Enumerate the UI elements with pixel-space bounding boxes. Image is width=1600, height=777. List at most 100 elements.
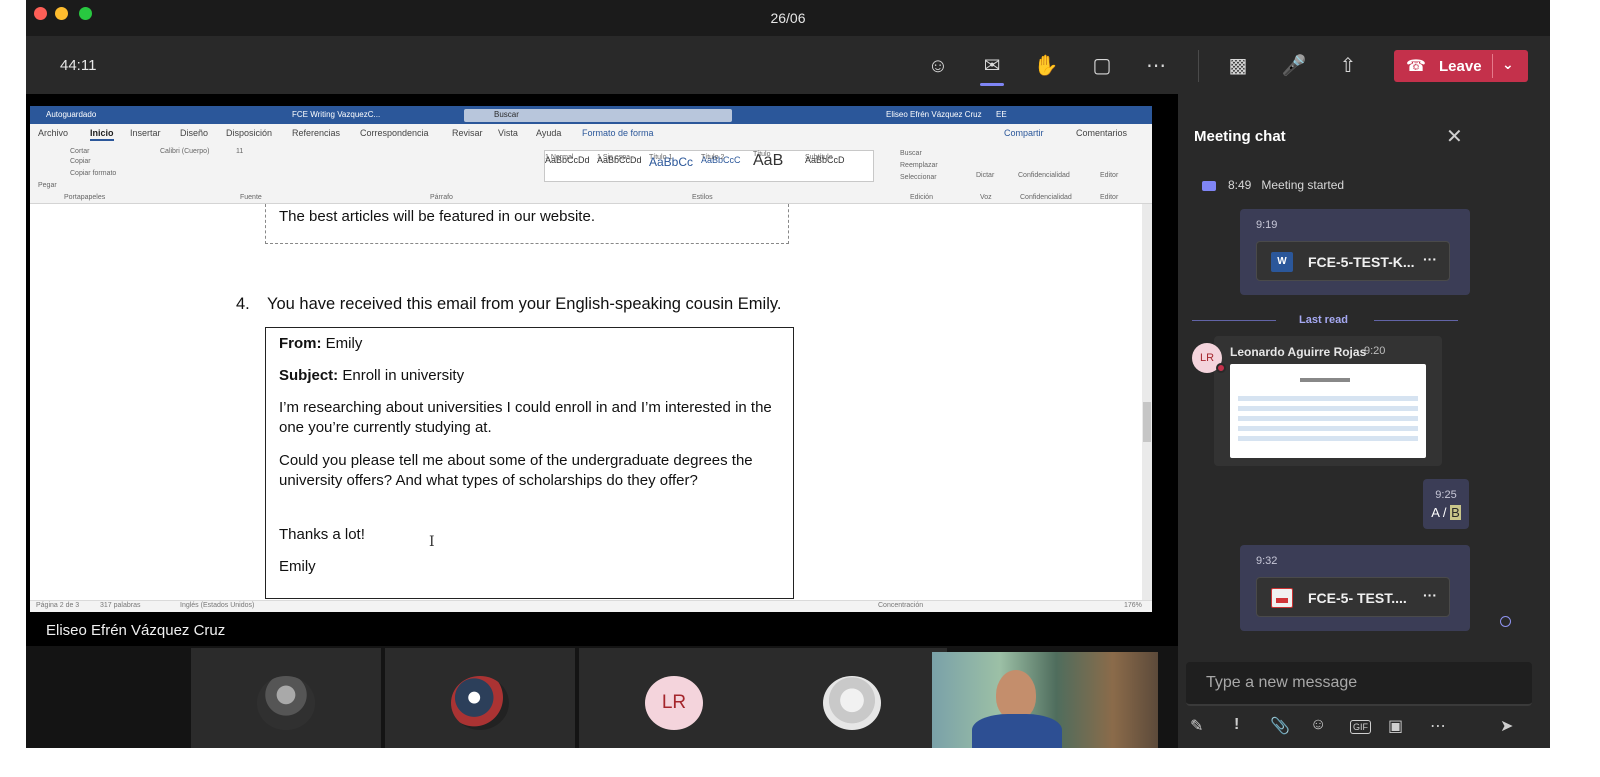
word-document: The best articles will be featured in ou… — [30, 204, 1142, 600]
subject-value: Enroll in university — [342, 367, 465, 384]
style-cell: AaBbCcDd 1 Sin espa... — [597, 151, 649, 181]
from-label: From: — [279, 335, 322, 352]
menu-item: Revisar — [452, 128, 483, 138]
gif-icon[interactable]: GIF — [1350, 720, 1371, 734]
event-text: Meeting started — [1261, 178, 1345, 192]
ribbon-cut: Cortar — [70, 148, 90, 155]
window-title: 26/06 — [770, 10, 806, 26]
ribbon-paste: Pegar — [38, 182, 57, 189]
window-titlebar: 26/06 — [26, 0, 1550, 36]
more-icon[interactable]: ⋯ — [1430, 716, 1446, 736]
word-user-initials: EE — [996, 110, 1007, 119]
last-read-label: Last read — [1299, 314, 1348, 326]
camera-off-icon[interactable]: ▩ — [1224, 52, 1252, 80]
important-icon[interactable]: ! — [1234, 716, 1239, 734]
attach-icon[interactable]: 📎 — [1270, 716, 1290, 736]
comments-label: Comentarios — [1076, 128, 1128, 138]
participant-tile[interactable] — [191, 648, 381, 748]
leave-button[interactable]: ☎ Leave ⌄ — [1394, 50, 1528, 82]
compose-toolbar: ✎ ! 📎 ☺ GIF ▣ ⋯ ➤ — [1178, 708, 1550, 742]
autosave-label: Autoguardado — [46, 110, 97, 119]
ribbon-sensitivity: Confidencialidad — [1018, 172, 1070, 179]
avatar — [451, 676, 509, 730]
status-badge — [1216, 363, 1226, 373]
ribbon-editor: Editor — [1100, 172, 1119, 179]
participant-tile[interactable] — [757, 648, 947, 748]
status-zoom: 176% — [1124, 602, 1142, 609]
menu-item: Vista — [498, 128, 518, 138]
seen-icon — [1500, 616, 1511, 627]
emoji-icon[interactable]: ☺ — [1310, 716, 1326, 734]
status-words: 317 palabras — [100, 602, 141, 609]
text-cursor-icon: I — [429, 534, 435, 550]
style-cell: AaBbCcC Título 2 — [701, 151, 753, 181]
meeting-timer: 44:11 — [60, 57, 97, 74]
style-name: Subtítulo — [805, 154, 833, 161]
presenter-name: Eliseo Efrén Vázquez Cruz — [46, 622, 226, 639]
style-name: Título 2 — [701, 154, 725, 161]
email-box: From: Emily Subject: Enroll in universit… — [265, 327, 794, 599]
image-attachment[interactable] — [1230, 364, 1426, 458]
reactions-icon[interactable]: ✋ — [1032, 52, 1060, 80]
ribbon-font: Calibri (Cuerpo) — [160, 148, 210, 155]
avatar: LR — [645, 676, 703, 730]
close-icon[interactable]: ✕ — [1446, 124, 1463, 149]
file-attachment[interactable]: FCE-5- TEST.... ··· — [1256, 577, 1450, 617]
thumb-line — [1300, 378, 1350, 382]
ribbon-size: 11 — [236, 148, 244, 155]
group-label: Voz — [980, 194, 992, 201]
leave-separator — [1492, 54, 1493, 78]
video-person-body — [972, 714, 1062, 748]
more-icon[interactable]: ⋯ — [1142, 52, 1170, 80]
presenter-name-bar: Eliseo Efrén Vázquez Cruz — [26, 612, 1154, 646]
word-search-label: Buscar — [494, 110, 519, 119]
chat-message: 9:32 FCE-5- TEST.... ··· — [1240, 545, 1470, 631]
doc-name: FCE Writing VazquezC... — [292, 110, 381, 119]
leave-label: Leave — [1439, 58, 1482, 75]
menu-item: Formato de forma — [582, 128, 654, 138]
format-icon[interactable]: ✎ — [1190, 716, 1203, 736]
participant-tile[interactable]: LR — [579, 648, 769, 748]
chat-icon[interactable]: ✉ — [978, 52, 1006, 86]
menu-item: Correspondencia — [360, 128, 429, 138]
menu-item: Disposición — [226, 128, 273, 138]
from-value: Emily — [325, 335, 363, 352]
file-attachment[interactable]: W FCE-5-TEST-K... ··· — [1256, 241, 1450, 281]
people-icon[interactable]: ☺ — [924, 52, 952, 80]
participant-video[interactable] — [932, 652, 1158, 748]
event-time: 8:49 — [1228, 178, 1252, 192]
message-time: 9:32 — [1256, 555, 1278, 567]
menu-item: Ayuda — [536, 128, 562, 138]
more-options-icon[interactable]: ··· — [1423, 587, 1437, 603]
word-titlebar: Autoguardado FCE Writing VazquezC... Bus… — [30, 106, 1152, 124]
chevron-down-icon[interactable]: ⌄ — [1502, 56, 1514, 73]
compose-box[interactable] — [1186, 662, 1532, 706]
rooms-icon[interactable]: ▢ — [1088, 52, 1116, 80]
last-read-divider: Last read — [1192, 314, 1458, 328]
message-text-part: A / — [1431, 505, 1451, 520]
word-scrollbar[interactable] — [1142, 204, 1152, 600]
message-input[interactable] — [1186, 662, 1532, 704]
file-name: FCE-5-TEST-K... — [1308, 254, 1415, 270]
style-name: Título — [753, 151, 771, 158]
avatar — [257, 676, 315, 730]
message-text: A / B — [1423, 505, 1469, 520]
mic-off-icon[interactable]: 🎤 — [1280, 52, 1308, 80]
ribbon-select: Seleccionar — [900, 174, 937, 181]
thumb-line — [1238, 406, 1418, 411]
shared-screen-stage: Autoguardado FCE Writing VazquezC... Bus… — [26, 94, 1178, 748]
send-icon[interactable]: ➤ — [1500, 716, 1513, 736]
sticker-icon[interactable]: ▣ — [1388, 716, 1403, 736]
toolbar-divider — [1198, 50, 1199, 82]
question-number: 4. — [236, 295, 250, 313]
scrollbar-thumb[interactable] — [1143, 402, 1151, 442]
email-paragraph-2: Could you please tell me about some of t… — [279, 452, 753, 489]
style-cell: AaBbCc Título 1 — [649, 151, 701, 181]
share-icon[interactable]: ⇧ — [1334, 52, 1362, 80]
more-options-icon[interactable]: ··· — [1423, 251, 1437, 267]
word-file-icon: W — [1271, 252, 1293, 272]
message-time: 9:19 — [1256, 219, 1278, 231]
video-person-face — [996, 670, 1036, 720]
group-label: Párrafo — [430, 194, 453, 201]
participant-tile[interactable] — [385, 648, 575, 748]
